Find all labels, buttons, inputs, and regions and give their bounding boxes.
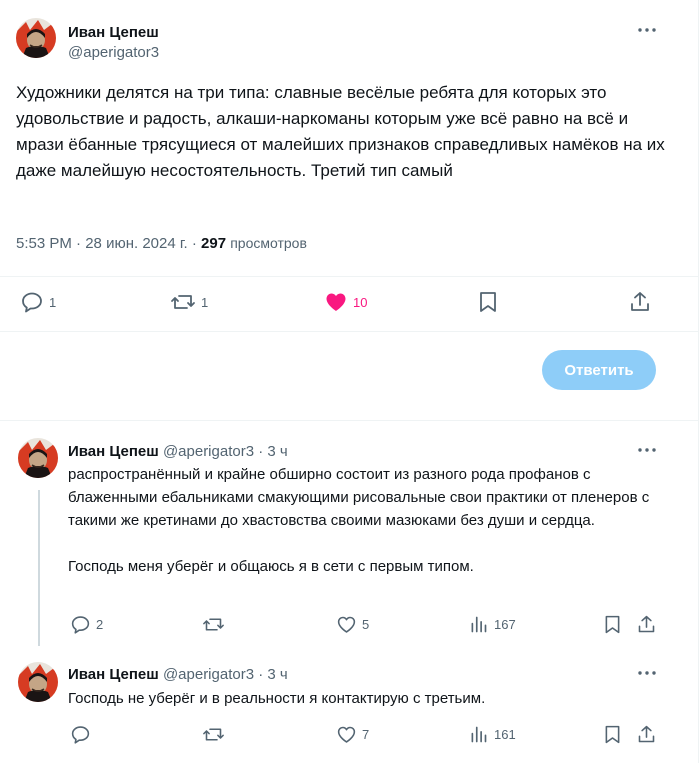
share-icon [628,290,652,314]
bookmark-action[interactable] [602,724,623,745]
reply-text: Господь не уберёг и в реальности я конта… [68,690,486,707]
retweet-icon [202,724,225,745]
reply-text: распространённый и крайне обширно состои… [68,466,650,575]
meta-separator: · [76,235,82,252]
avatar[interactable] [18,438,58,478]
tweet-meta: 5:53 PM · 28 июн. 2024 г. · 297 просмотр… [16,235,307,252]
tweet-text: Художники делятся на три типа: славные в… [16,83,670,180]
views-icon [468,614,489,635]
reply-icon [70,724,91,745]
bookmark-action[interactable] [602,614,623,635]
heart-icon [336,724,357,745]
divider [0,420,698,421]
retweet-count: 1 [201,294,209,310]
divider [0,331,698,332]
views-count: 161 [494,727,516,742]
tweet-thread: Иван Цепеш @aperigator3 Художники делятс… [0,0,699,763]
reply-time[interactable]: 3 ч [267,666,287,683]
share-icon [636,614,657,635]
share-action[interactable] [636,724,657,745]
avatar[interactable] [18,662,58,702]
reply-action[interactable] [70,724,91,745]
reply-button[interactable]: Ответить [542,350,656,390]
like-count: 10 [353,294,368,310]
reply-count: 2 [96,617,104,632]
author-name[interactable]: Иван Цепеш [68,443,159,460]
views-action[interactable]: 161 [468,724,516,745]
share-icon [636,724,657,745]
thread-line [38,490,40,646]
views-count: 167 [494,617,516,632]
header-separator: · [258,666,264,683]
like-count: 5 [362,617,370,632]
views-icon [468,724,489,745]
share-action[interactable] [636,614,657,635]
like-action[interactable]: 5 [336,614,369,635]
reply-time[interactable]: 3 ч [267,443,287,460]
header-separator: · [258,443,264,460]
heart-icon [336,614,357,635]
avatar[interactable] [16,18,56,58]
retweet-icon [170,290,196,314]
heart-icon [324,290,348,314]
author-name[interactable]: Иван Цепеш [68,24,159,41]
like-action[interactable]: 10 [324,290,367,314]
reply-header: Иван Цепеш @aperigator3 · 3 ч [68,666,288,683]
divider [0,276,698,277]
reply-icon [20,290,44,314]
views-action[interactable]: 167 [468,614,516,635]
reply-action[interactable]: 2 [70,614,103,635]
views-count: 297 [201,235,227,252]
more-icon[interactable] [636,440,658,465]
like-action[interactable]: 7 [336,724,369,745]
bookmark-action[interactable] [476,290,500,314]
retweet-icon [202,614,225,635]
bookmark-icon [602,614,623,635]
retweet-action[interactable]: 1 [170,290,208,314]
retweet-action[interactable] [202,614,225,635]
author-name[interactable]: Иван Цепеш [68,666,159,683]
author-handle[interactable]: @aperigator3 [163,666,254,683]
views-label: просмотров [230,235,307,251]
like-count: 7 [362,727,370,742]
bookmark-icon [476,290,500,314]
bookmark-icon [602,724,623,745]
more-icon[interactable] [636,20,658,45]
author-handle[interactable]: @aperigator3 [68,44,159,61]
reply-icon [70,614,91,635]
retweet-action[interactable] [202,724,225,745]
reply-count: 1 [49,294,57,310]
reply-action[interactable]: 1 [20,290,56,314]
author-handle[interactable]: @aperigator3 [163,443,254,460]
tweet-time[interactable]: 5:53 PM [16,235,72,252]
tweet-date[interactable]: 28 июн. 2024 г. [85,235,187,252]
more-icon[interactable] [636,663,658,688]
share-action[interactable] [628,290,652,314]
meta-separator: · [191,235,197,252]
reply-header: Иван Цепеш @aperigator3 · 3 ч [68,443,288,460]
